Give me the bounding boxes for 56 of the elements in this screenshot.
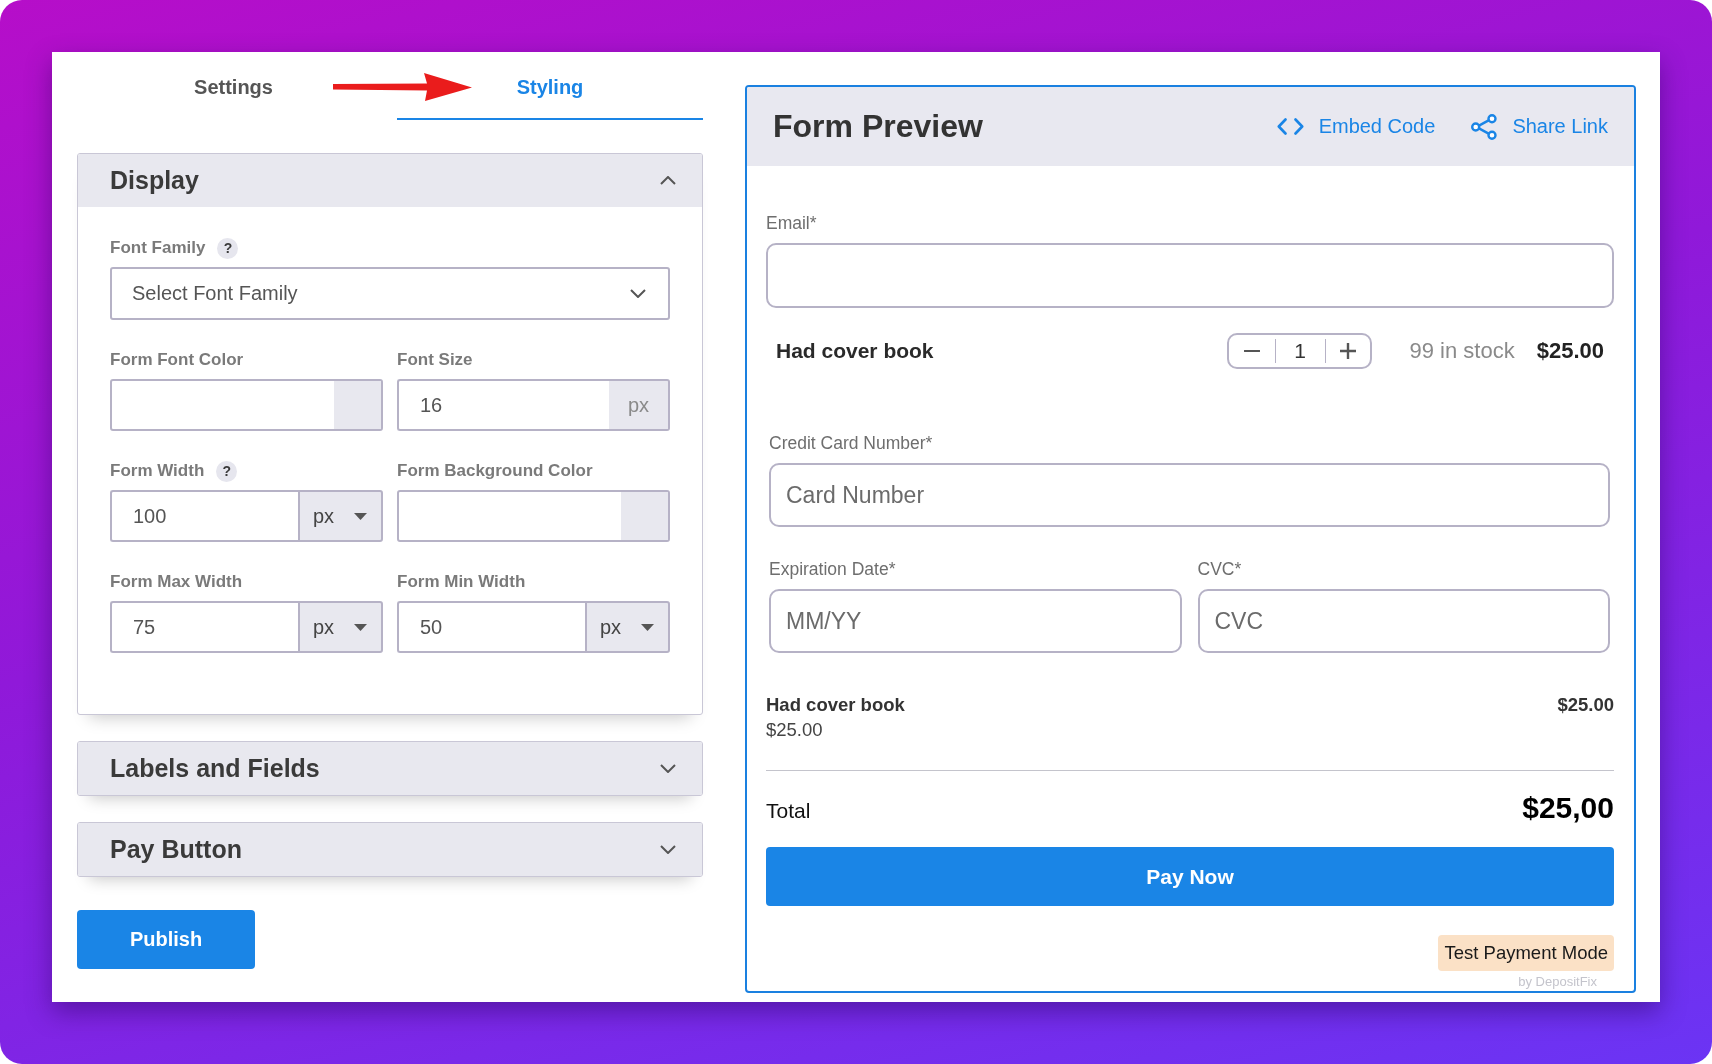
product-price: $25.00 bbox=[1536, 338, 1604, 364]
minus-icon bbox=[1243, 349, 1260, 353]
arrow-icon bbox=[333, 72, 472, 102]
field-label: Form Font Color bbox=[110, 350, 244, 370]
caret-icon bbox=[354, 623, 367, 631]
preview-title: Form Preview bbox=[773, 108, 983, 145]
field-label: Form Width bbox=[110, 461, 205, 481]
input-field[interactable]: MM/YY bbox=[769, 589, 1182, 653]
tab[interactable]: Settings bbox=[77, 52, 390, 120]
unit-select[interactable]: px bbox=[298, 601, 383, 653]
product-name: Had cover book bbox=[776, 339, 934, 363]
color-swatch-icon bbox=[334, 381, 381, 429]
chevron-up-icon bbox=[660, 176, 676, 185]
total-amount: $25,00 bbox=[1522, 791, 1614, 825]
select-field[interactable]: Select Font Family bbox=[110, 267, 670, 320]
unit-select[interactable]: px bbox=[298, 490, 383, 542]
field-label: Font Size bbox=[397, 350, 473, 370]
chevron-down-icon bbox=[660, 764, 676, 773]
plus-icon bbox=[1339, 343, 1356, 359]
email-input-field[interactable] bbox=[766, 243, 1614, 308]
field-label: Email* bbox=[766, 213, 818, 233]
field-label: Form Max Width bbox=[110, 572, 243, 592]
line-item-price: $25.00 bbox=[766, 719, 824, 741]
line-item-name: Had cover book bbox=[766, 695, 905, 715]
share-icon bbox=[1471, 113, 1498, 140]
card-number-field[interactable]: Card Number bbox=[769, 463, 1610, 527]
test-mode-label: Test Payment Mode bbox=[1437, 935, 1614, 971]
quantity-field[interactable]: 1 bbox=[1274, 339, 1326, 363]
field-label: Form Background Color bbox=[397, 461, 593, 481]
credit-text: by DepositFix bbox=[1518, 975, 1597, 989]
accordion-header[interactable]: Labels and Fields bbox=[78, 742, 702, 795]
field-label: CVC* bbox=[1197, 559, 1243, 579]
help-button[interactable]: ? bbox=[217, 237, 239, 259]
chevron-down-icon bbox=[630, 289, 646, 298]
caret-icon bbox=[641, 623, 654, 631]
help-button[interactable]: ? bbox=[216, 460, 238, 482]
caret-icon bbox=[354, 512, 367, 520]
pay-now-button[interactable]: Pay Now bbox=[766, 847, 1614, 906]
stock-text: 99 in stock bbox=[1409, 338, 1515, 364]
total-label: Total bbox=[766, 798, 811, 823]
number-input-field[interactable]: 50 bbox=[397, 601, 585, 653]
accordion-header[interactable]: Pay Button bbox=[78, 823, 702, 876]
line-item-amount: $25.00 bbox=[1557, 695, 1614, 715]
input-field[interactable]: CVC bbox=[1197, 589, 1610, 653]
publish-button[interactable]: Publish bbox=[77, 910, 255, 969]
field-label: Credit Card Number* bbox=[769, 433, 934, 453]
unit-select[interactable]: px bbox=[585, 601, 670, 653]
number-input-field[interactable]: 75 bbox=[110, 601, 298, 653]
field-label: Form Min Width bbox=[397, 572, 526, 592]
chevron-down-icon bbox=[660, 845, 676, 854]
accordion-header[interactable]: Display bbox=[78, 154, 702, 207]
number-input-field[interactable]: 100 bbox=[110, 490, 298, 542]
field-label: Expiration Date* bbox=[769, 559, 897, 579]
code-icon bbox=[1276, 118, 1304, 135]
field-label: Font Family bbox=[110, 238, 206, 258]
color-swatch-icon bbox=[621, 492, 668, 540]
